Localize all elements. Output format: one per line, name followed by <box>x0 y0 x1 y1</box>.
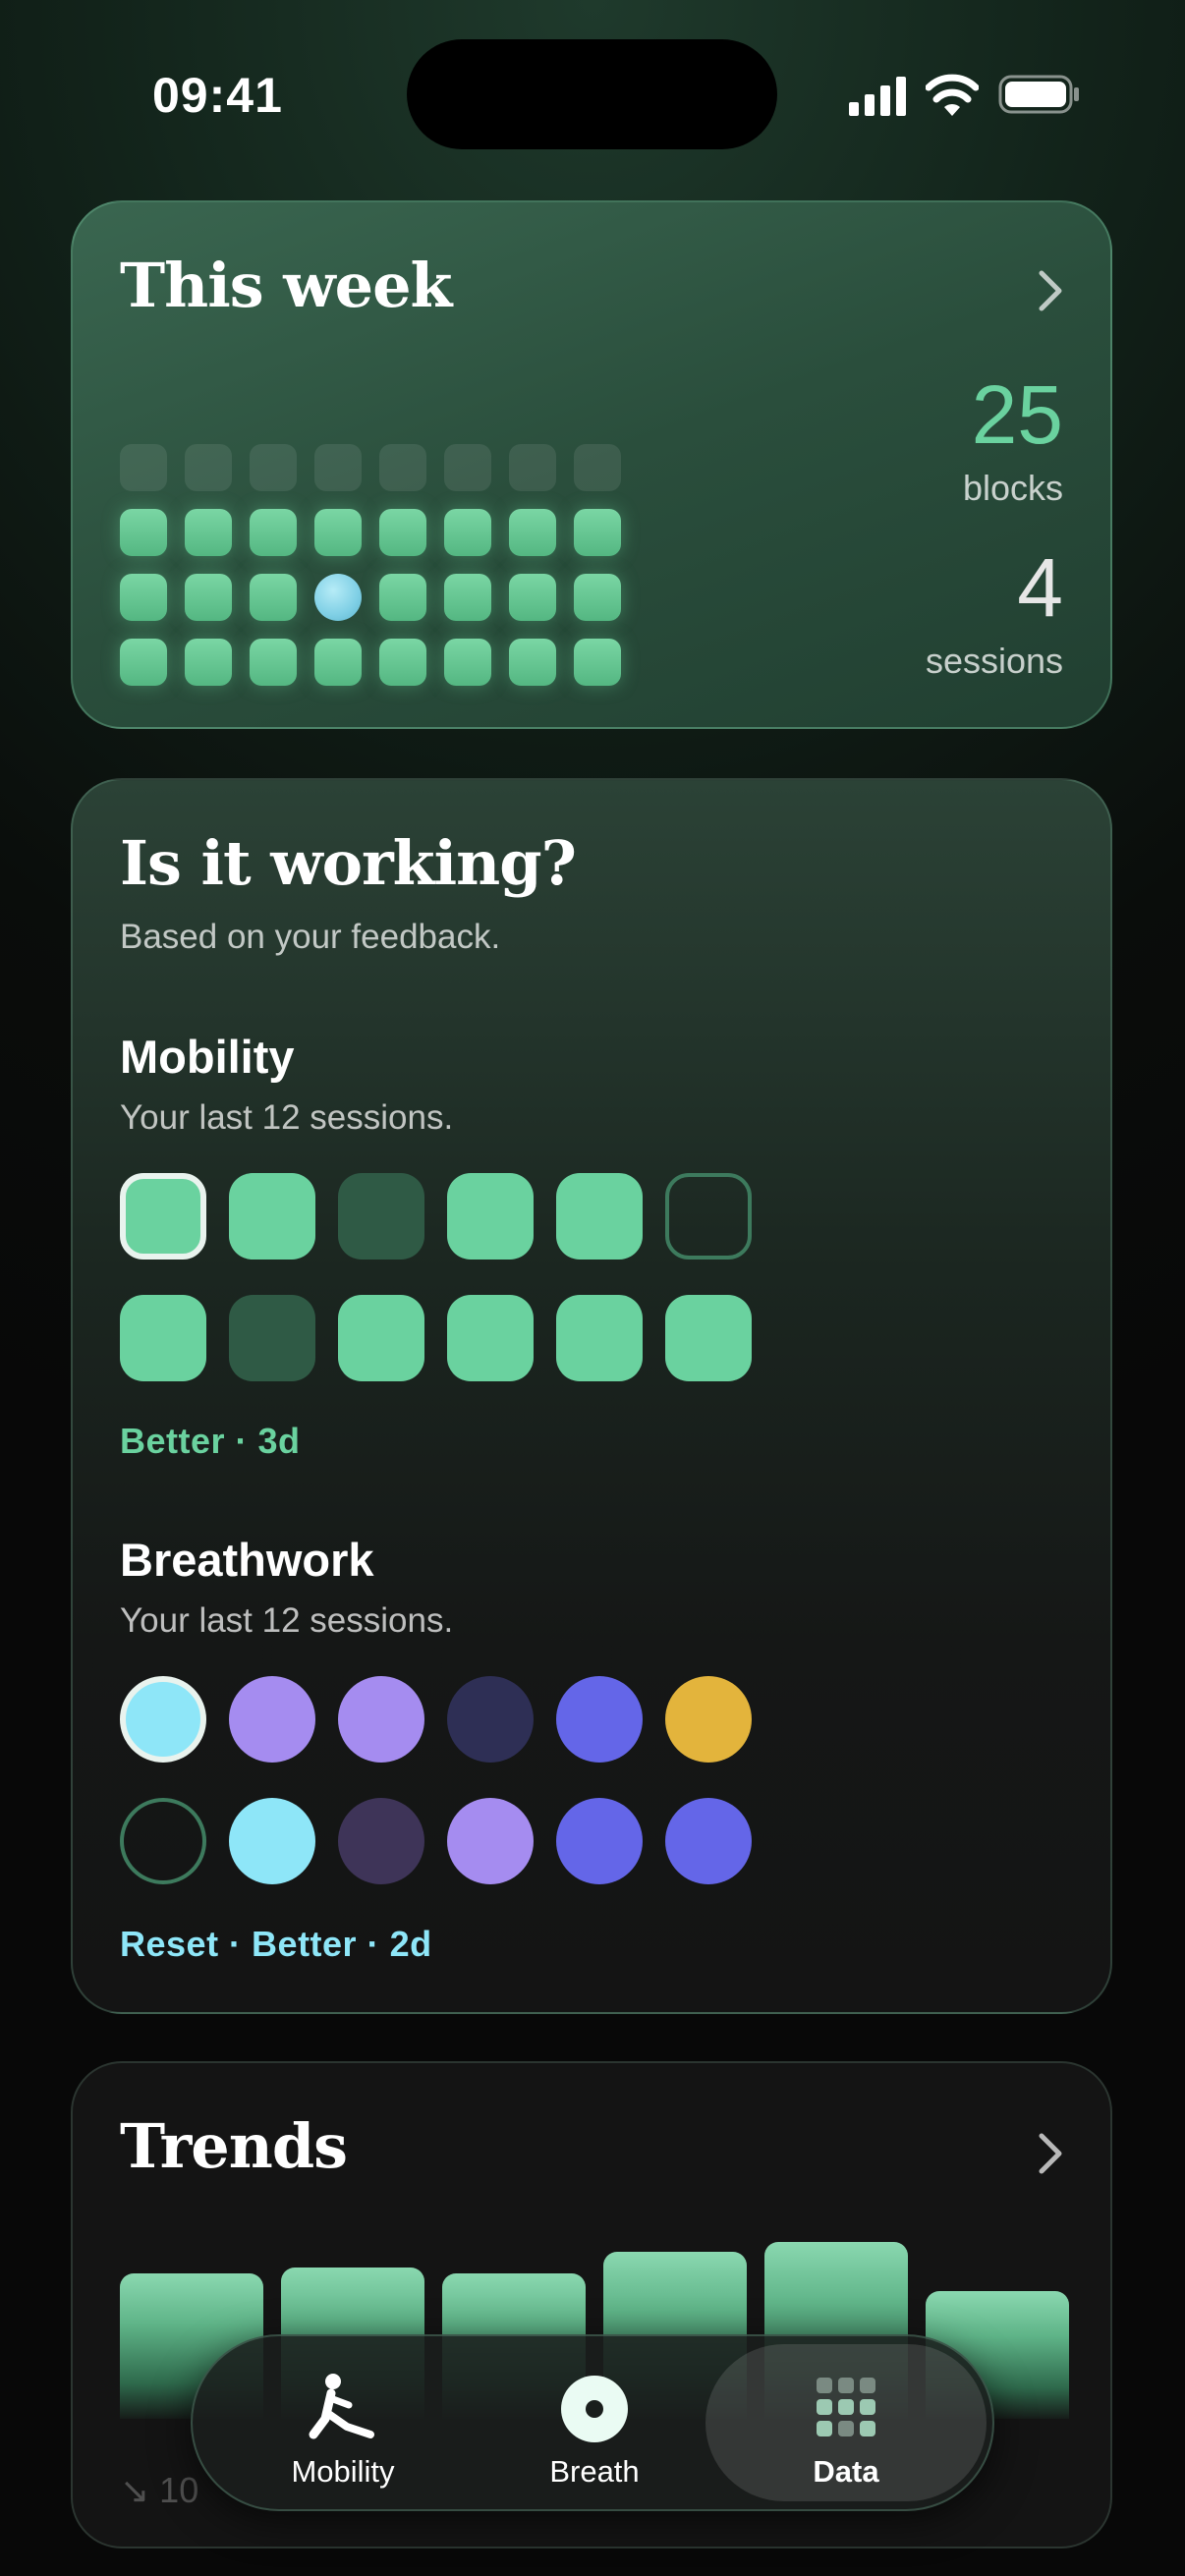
dot-grid-icon <box>817 2378 875 2436</box>
chevron-right-icon[interactable] <box>1036 269 1065 312</box>
is-it-working-title: Is it working? <box>120 827 577 899</box>
tab-label: Data <box>813 2454 879 2489</box>
is-it-working-card: Is it working? Based on your feedback. M… <box>71 778 1112 2014</box>
battery-icon <box>998 75 1079 114</box>
breathwork-session[interactable] <box>556 1676 643 1763</box>
chevron-right-icon[interactable] <box>1036 2132 1065 2175</box>
mobility-session[interactable] <box>556 1173 643 1260</box>
breathwork-session[interactable] <box>120 1676 206 1763</box>
sessions-label: sessions <box>925 641 1063 681</box>
this-week-card[interactable]: This week 25 blocks 4 sessions <box>71 200 1112 729</box>
breath-circle-icon <box>561 2376 628 2442</box>
wifi-icon <box>926 74 979 116</box>
this-week-title: This week <box>120 250 452 321</box>
mobility-session[interactable] <box>556 1295 643 1381</box>
breathwork-session[interactable] <box>229 1676 315 1763</box>
mobility-session[interactable] <box>447 1295 534 1381</box>
week-block <box>185 639 232 686</box>
mobility-session[interactable] <box>229 1295 315 1381</box>
mobility-section-title: Mobility <box>120 1031 295 1083</box>
sessions-count: 4 <box>1017 541 1063 634</box>
tab-label: Mobility <box>291 2454 395 2489</box>
tab-bar: Mobility Breath Data <box>191 2334 994 2511</box>
mobility-session[interactable] <box>229 1173 315 1260</box>
dynamic-island <box>407 39 777 149</box>
breathwork-session[interactable] <box>665 1676 752 1763</box>
tab-breath[interactable]: Breath <box>454 2344 735 2501</box>
trends-footer: ↘ 10 <box>120 2470 199 2510</box>
breathwork-session[interactable] <box>665 1798 752 1884</box>
status-time: 09:41 <box>152 68 283 123</box>
week-block <box>444 639 491 686</box>
week-block <box>444 444 491 491</box>
week-block <box>574 509 621 556</box>
mobility-session[interactable] <box>665 1173 752 1260</box>
mobility-session[interactable] <box>120 1173 206 1260</box>
week-block <box>509 639 556 686</box>
breathwork-section-subtitle: Your last 12 sessions. <box>120 1601 454 1640</box>
stretch-person-icon <box>309 2374 374 2439</box>
mobility-session[interactable] <box>120 1295 206 1381</box>
is-it-working-subtitle: Based on your feedback. <box>120 918 501 956</box>
breathwork-section-title: Breathwork <box>120 1534 374 1586</box>
today-marker <box>314 574 362 621</box>
status-bar: 09:41 <box>0 0 1185 187</box>
breathwork-session[interactable] <box>338 1798 424 1884</box>
mobility-session[interactable] <box>665 1295 752 1381</box>
breathwork-session[interactable] <box>447 1676 534 1763</box>
week-block <box>250 574 297 621</box>
tab-label: Breath <box>549 2454 640 2489</box>
week-block <box>379 574 426 621</box>
week-block <box>444 509 491 556</box>
week-block <box>120 509 167 556</box>
week-block <box>185 509 232 556</box>
tab-data[interactable]: Data <box>705 2344 987 2501</box>
week-block <box>509 509 556 556</box>
week-block <box>314 444 362 491</box>
blocks-count: 25 <box>971 368 1063 461</box>
mobility-section-subtitle: Your last 12 sessions. <box>120 1098 454 1137</box>
trends-title: Trends <box>120 2110 348 2182</box>
week-block <box>509 444 556 491</box>
week-block <box>379 509 426 556</box>
week-block <box>120 574 167 621</box>
week-block <box>379 639 426 686</box>
breathwork-result: Reset · Better · 2d <box>120 1924 432 1964</box>
breathwork-session[interactable] <box>338 1676 424 1763</box>
week-block <box>185 444 232 491</box>
mobility-session[interactable] <box>338 1173 424 1260</box>
blocks-label: blocks <box>962 468 1063 508</box>
mobility-session[interactable] <box>447 1173 534 1260</box>
week-block <box>120 639 167 686</box>
tab-mobility[interactable]: Mobility <box>202 2344 483 2501</box>
week-block <box>314 509 362 556</box>
week-block <box>120 444 167 491</box>
week-block <box>509 574 556 621</box>
week-block <box>574 574 621 621</box>
week-block <box>574 444 621 491</box>
week-block <box>250 444 297 491</box>
week-block <box>574 639 621 686</box>
week-block <box>444 574 491 621</box>
breathwork-session[interactable] <box>120 1798 206 1884</box>
week-block <box>314 639 362 686</box>
week-block <box>250 639 297 686</box>
breathwork-session[interactable] <box>556 1798 643 1884</box>
week-block <box>185 574 232 621</box>
week-block <box>379 444 426 491</box>
mobility-session[interactable] <box>338 1295 424 1381</box>
breathwork-session[interactable] <box>229 1798 315 1884</box>
cellular-signal-icon <box>849 77 906 116</box>
mobility-result: Better · 3d <box>120 1421 301 1461</box>
breathwork-session[interactable] <box>447 1798 534 1884</box>
week-block <box>250 509 297 556</box>
